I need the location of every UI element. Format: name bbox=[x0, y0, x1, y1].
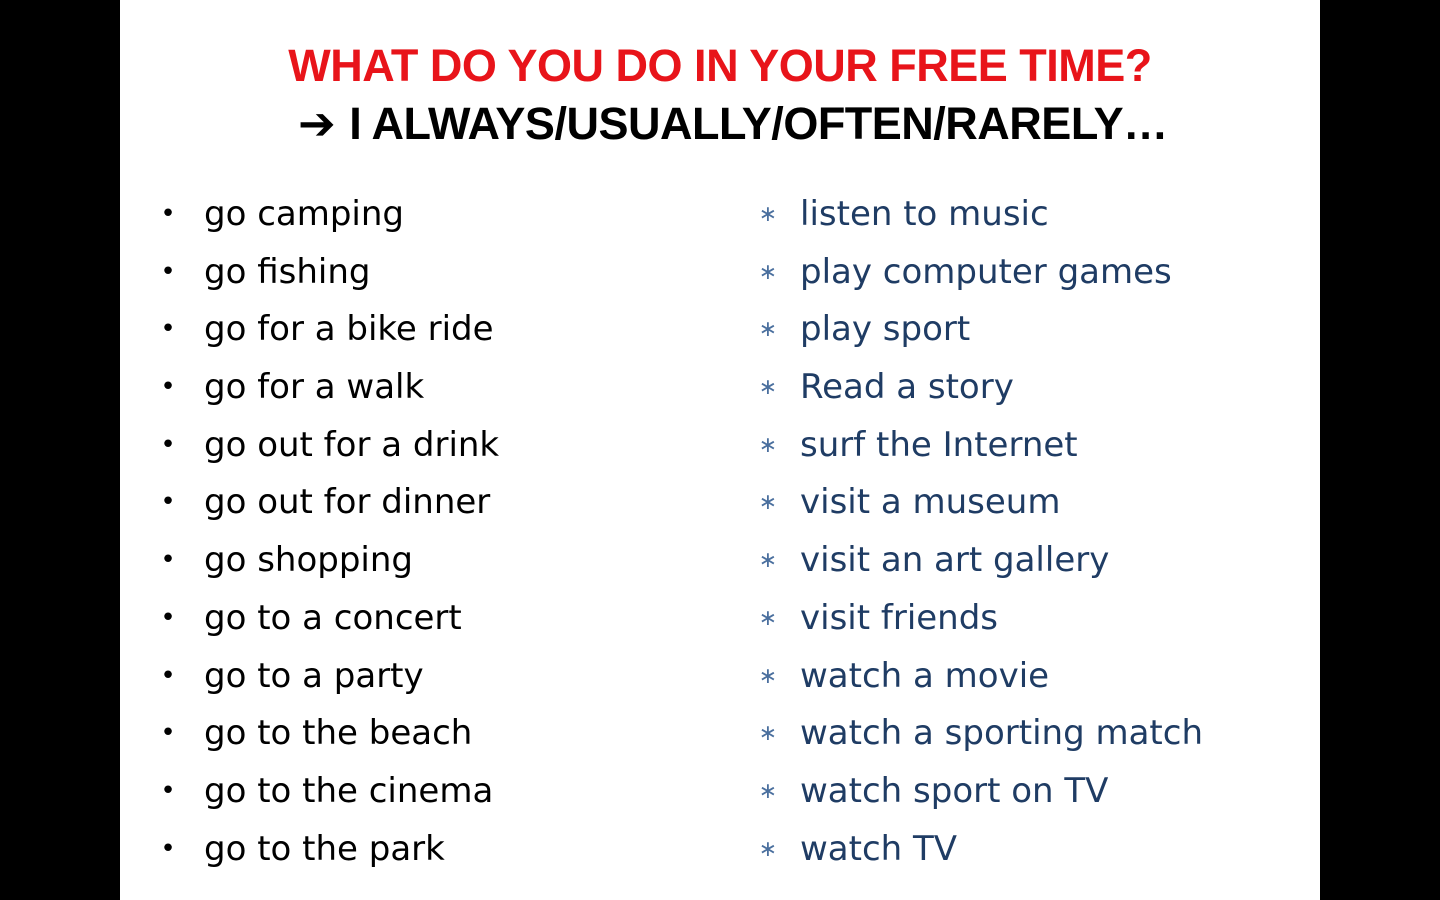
asterisk-bullet-icon: ∗ bbox=[758, 778, 778, 804]
asterisk-bullet-icon: ∗ bbox=[758, 375, 778, 401]
bullet-icon: • bbox=[160, 718, 176, 749]
bullet-icon: • bbox=[160, 545, 176, 576]
asterisk-bullet-icon: ∗ bbox=[758, 317, 778, 343]
slide-subtitle: ➔ I ALWAYS/USUALLY/OFTEN/RARELY… bbox=[298, 96, 1168, 152]
asterisk-bullet-icon: ∗ bbox=[758, 663, 778, 689]
slide: WHAT DO YOU DO IN YOUR FREE TIME? ➔ I ALW… bbox=[120, 0, 1320, 900]
asterisk-bullet-icon: ∗ bbox=[758, 202, 778, 227]
bullet-icon: • bbox=[160, 372, 176, 403]
asterisk-bullet-icon: ∗ bbox=[758, 836, 778, 862]
bullet-icon: • bbox=[160, 833, 176, 864]
bullet-icon: • bbox=[160, 314, 176, 345]
bullet-icon: • bbox=[160, 775, 176, 806]
asterisk-bullet-icon: ∗ bbox=[758, 432, 778, 458]
asterisk-bullet-icon: ∗ bbox=[758, 259, 778, 285]
bullet-icon: • bbox=[160, 487, 176, 518]
arrow-right-icon: ➔ bbox=[298, 98, 336, 149]
asterisk-bullet-icon: ∗ bbox=[758, 490, 778, 516]
bullet-icon: • bbox=[160, 199, 176, 229]
bullet-icon: • bbox=[160, 602, 176, 633]
asterisk-bullet-icon: ∗ bbox=[758, 605, 778, 631]
slide-title: WHAT DO YOU DO IN YOUR FREE TIME? bbox=[288, 40, 1152, 91]
bullet-icon: • bbox=[160, 429, 176, 460]
bullet-icon: • bbox=[160, 660, 176, 691]
asterisk-bullet-icon: ∗ bbox=[758, 548, 778, 574]
bullet-icon: • bbox=[160, 256, 176, 287]
subtitle-text: I ALWAYS/USUALLY/OFTEN/RARELY… bbox=[349, 98, 1168, 149]
asterisk-bullet-icon: ∗ bbox=[758, 721, 778, 747]
